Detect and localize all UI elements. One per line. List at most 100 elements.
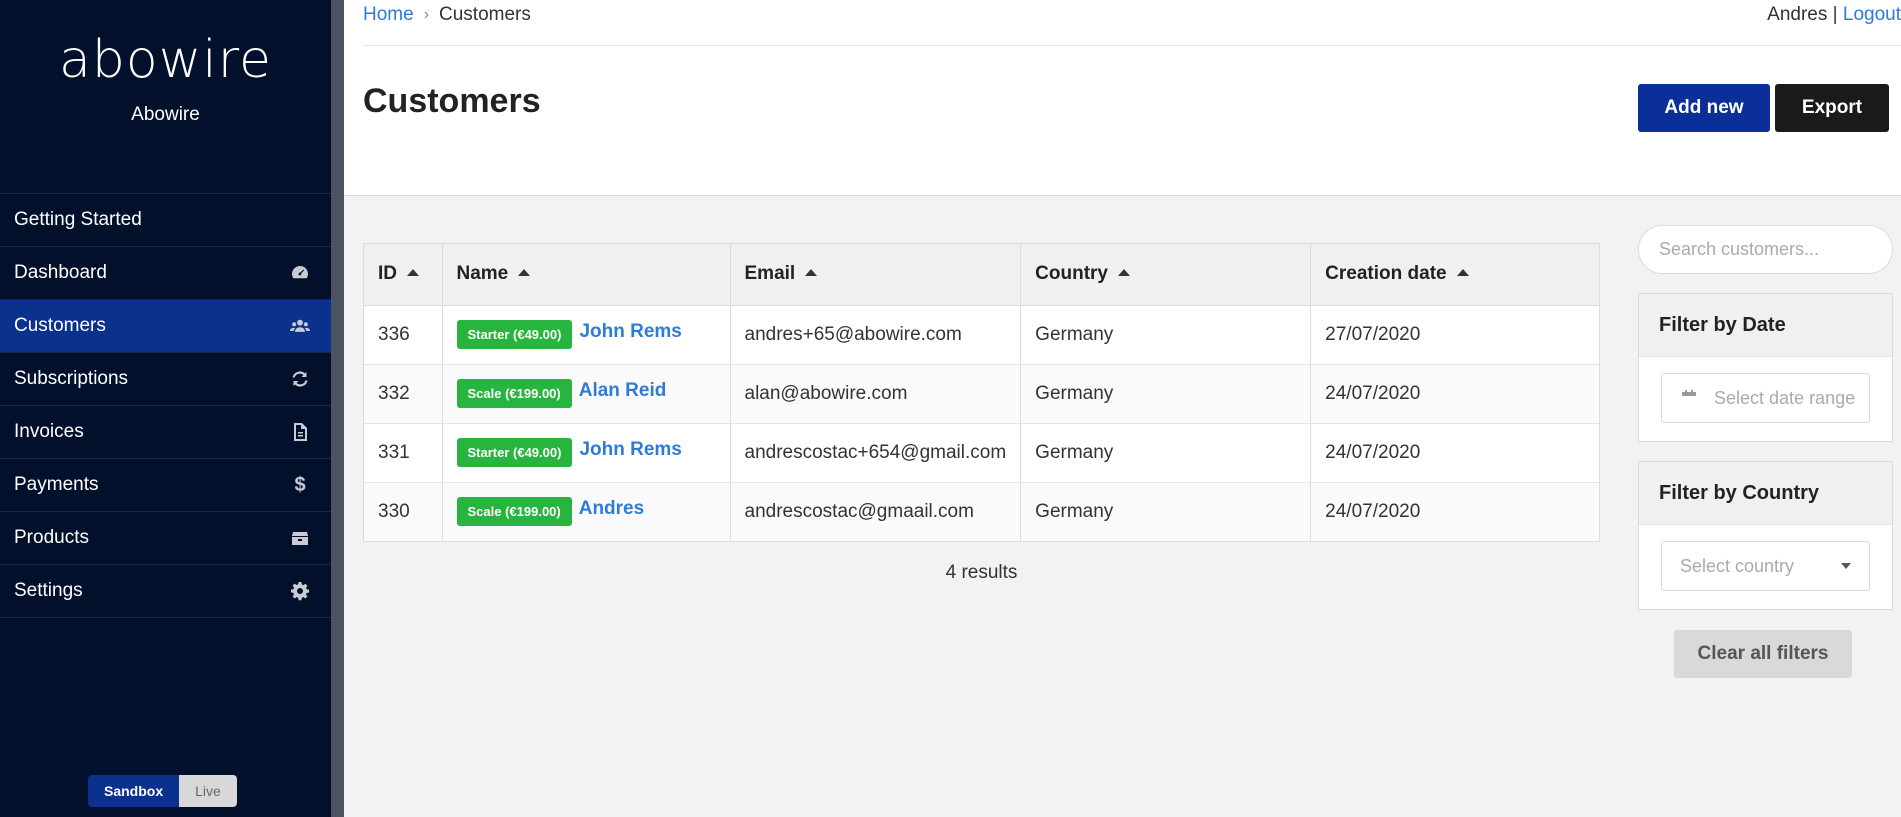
customer-link[interactable]: Alan Reid [579,380,667,401]
sidebar: abowire Abowire Getting Started Dashboar… [0,0,331,817]
cell-creation-date: 24/07/2020 [1310,423,1599,483]
country-select[interactable]: Select country [1661,541,1870,591]
cell-creation-date: 27/07/2020 [1310,305,1599,365]
brand: abowire Abowire [0,0,331,193]
user-separator: | [1832,4,1838,25]
cell-name: Starter (€49.00) John Rems [442,305,731,365]
sidebar-item-settings[interactable]: Settings [0,565,331,618]
document-icon [289,421,311,443]
sidebar-edge [331,0,344,817]
cell-name: Scale (€199.00) Andres [442,482,731,541]
column-header-email[interactable]: Email [730,244,1022,306]
date-range-placeholder: Select date range [1714,387,1856,408]
sort-asc-icon [1456,269,1469,277]
column-header-creation-date[interactable]: Creation date [1310,244,1599,306]
user-name: Andres [1767,4,1828,25]
topbar: Home › Customers Andres | Logout [363,0,1901,46]
tachometer-icon [289,262,311,284]
cell-email: andrescostac+654@gmail.com [730,423,1022,483]
table-row[interactable]: 336 Starter (€49.00) John Rems andres+65@… [364,305,1599,365]
column-header-country[interactable]: Country [1020,244,1312,306]
plan-badge: Starter (€49.00) [456,438,573,467]
cell-creation-date: 24/07/2020 [1310,482,1599,541]
sidebar-item-label: Invoices [14,421,84,442]
date-filter-title: Filter by Date [1639,294,1892,357]
add-new-button[interactable]: Add new [1638,84,1770,132]
customer-link[interactable]: John Rems [579,439,681,460]
cell-creation-date: 24/07/2020 [1310,364,1599,424]
country-filter-title: Filter by Country [1639,462,1892,525]
cell-id: 331 [364,423,443,483]
sandbox-toggle[interactable]: Sandbox [88,775,180,807]
search-box [1638,225,1893,274]
cell-name: Starter (€49.00) John Rems [442,423,731,483]
results-count: 4 results [945,562,1018,583]
sidebar-item-label: Products [14,527,89,548]
users-icon [289,315,311,337]
column-label: ID [378,263,397,285]
breadcrumb: Home › Customers [363,4,531,26]
sidebar-item-payments[interactable]: Payments $ [0,459,331,512]
country-filter-card: Filter by Country Select country [1638,461,1893,610]
chevron-down-icon [1841,563,1851,569]
user-area: Andres | Logout [1767,4,1901,26]
sidebar-item-invoices[interactable]: Invoices [0,406,331,459]
cell-email: andres+65@abowire.com [730,305,1022,365]
customer-link[interactable]: Andres [579,498,644,519]
refresh-icon [289,368,311,390]
logout-link[interactable]: Logout [1843,4,1901,25]
cell-country: Germany [1020,423,1312,483]
environment-toggle: Sandbox Live [88,775,237,807]
cell-country: Germany [1020,482,1312,541]
export-button[interactable]: Export [1775,84,1889,132]
page-header: Home › Customers Andres | Logout Custome… [344,0,1901,196]
gear-icon [289,580,311,602]
column-label: Name [456,263,509,285]
column-label: Country [1035,263,1108,285]
sidebar-item-customers[interactable]: Customers [0,300,331,353]
cell-id: 336 [364,305,443,365]
country-select-placeholder: Select country [1680,555,1795,576]
sidebar-item-label: Settings [14,580,83,601]
chevron-right-icon: › [423,6,430,23]
cell-email: andrescostac@gmaail.com [730,482,1022,541]
sidebar-item-getting-started[interactable]: Getting Started [0,194,331,247]
cell-country: Germany [1020,364,1312,424]
live-toggle[interactable]: Live [179,775,237,807]
calendar-icon [1682,390,1696,406]
table-row[interactable]: 331 Starter (€49.00) John Rems andrescost… [364,423,1599,483]
clear-filters-button[interactable]: Clear all filters [1674,630,1852,678]
sidebar-item-products[interactable]: Products [0,512,331,565]
sidebar-item-subscriptions[interactable]: Subscriptions [0,353,331,406]
cell-email: alan@abowire.com [730,364,1022,424]
column-header-name[interactable]: Name [442,244,731,306]
sort-asc-icon [518,269,531,277]
column-label: Creation date [1325,263,1447,285]
plan-badge: Scale (€199.00) [456,497,572,527]
page-title: Customers [363,82,541,120]
plan-badge: Starter (€49.00) [456,320,573,349]
table-row[interactable]: 330 Scale (€199.00) Andres andrescostac@g… [364,482,1599,541]
sidebar-item-label: Getting Started [14,209,142,230]
plan-badge: Scale (€199.00) [456,379,572,408]
cell-id: 332 [364,364,443,424]
logo[interactable]: abowire [0,30,331,90]
customer-link[interactable]: John Rems [579,321,681,342]
sidebar-nav: Getting Started Dashboard Customers Subs… [0,193,331,618]
dollar-icon: $ [294,473,306,496]
sidebar-item-dashboard[interactable]: Dashboard [0,247,331,300]
cell-country: Germany [1020,305,1312,365]
column-header-id[interactable]: ID [364,244,443,306]
sort-asc-icon [805,269,818,277]
breadcrumb-current: Customers [439,4,531,25]
brand-name: Abowire [131,104,200,125]
date-range-field[interactable]: Select date range [1661,373,1870,423]
box-icon [289,527,311,549]
date-filter-card: Filter by Date Select date range [1638,293,1893,442]
sort-asc-icon [407,269,419,277]
table-row[interactable]: 332 Scale (€199.00) Alan Reid alan@abowir… [364,364,1599,424]
cell-name: Scale (€199.00) Alan Reid [442,364,731,424]
sort-asc-icon [1118,269,1130,277]
search-input[interactable] [1659,239,1891,260]
breadcrumb-home[interactable]: Home [363,4,414,26]
